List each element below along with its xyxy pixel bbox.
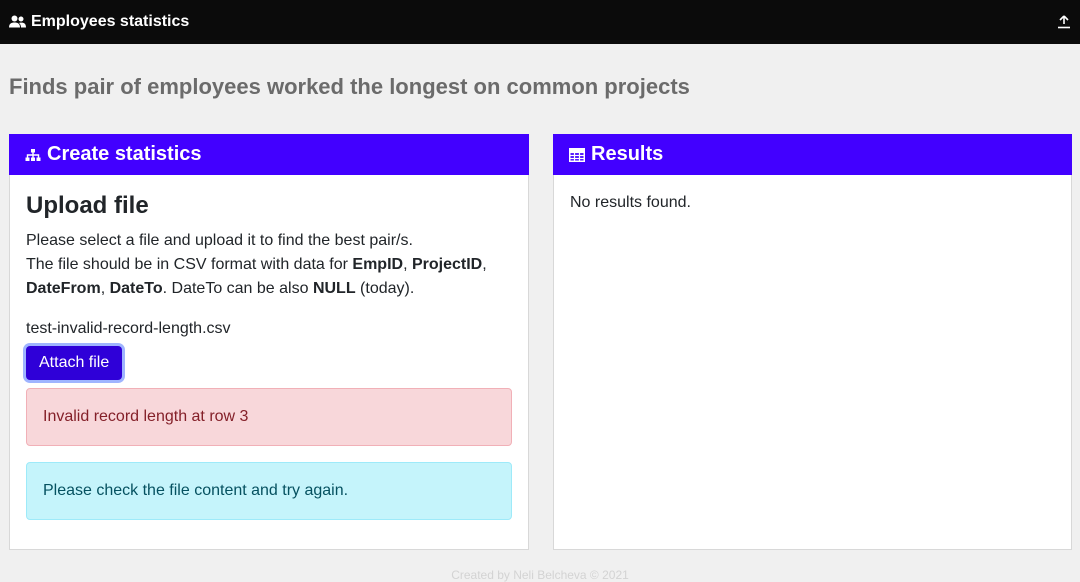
no-results-text: No results found. [570,194,691,211]
error-alert: Invalid record length at row 3 [26,388,512,446]
create-statistics-header: Create statistics [9,134,529,175]
field-dateto: DateTo [109,280,163,297]
desc-prefix: The file should be in CSV format with da… [26,256,353,273]
field-empid: EmpID [352,256,404,273]
error-message: Invalid record length at row 3 [43,408,249,425]
upload-title: Upload file [26,192,149,219]
null-text: NULL [312,280,356,297]
top-navbar: Employees statistics [0,0,1080,44]
results-header: Results [553,134,1072,175]
create-statistics-card: Create statistics Upload file Please sel… [9,134,529,550]
users-icon [9,15,26,29]
desc-sep2: , [482,256,487,273]
desc-sep1: , [403,256,412,273]
selected-filename: test-invalid-record-length.csv [26,320,231,337]
attach-file-button[interactable]: Attach file [26,346,123,380]
footer: Created by Neli Belcheva © 2021 [451,568,629,582]
desc-line1: Please select a file and upload it to fi… [26,232,413,249]
results-card: Results No results found. [553,134,1072,550]
create-statistics-title: Create statistics [47,143,202,165]
desc-suffix: (today). [355,280,415,297]
brand[interactable]: Employees statistics [9,13,189,31]
upload-icon[interactable] [1057,15,1071,29]
desc-mid: . DateTo can be also [162,280,313,297]
field-datefrom: DateFrom [26,280,101,297]
results-body: No results found. [554,194,1071,212]
info-alert: Please check the file content and try ag… [26,462,512,520]
table-icon [569,147,585,162]
app-title: Employees statistics [31,13,190,30]
field-projectid: ProjectID [411,256,483,273]
info-message: Please check the file content and try ag… [43,482,349,499]
page-heading: Finds pair of employees worked the longe… [9,74,690,99]
desc-sep3: , [100,280,110,297]
results-title: Results [591,143,664,165]
upload-description: Please select a file and upload it to fi… [26,229,512,301]
sitemap-icon [25,148,41,162]
create-statistics-body: Upload file Please select a file and upl… [10,192,528,520]
